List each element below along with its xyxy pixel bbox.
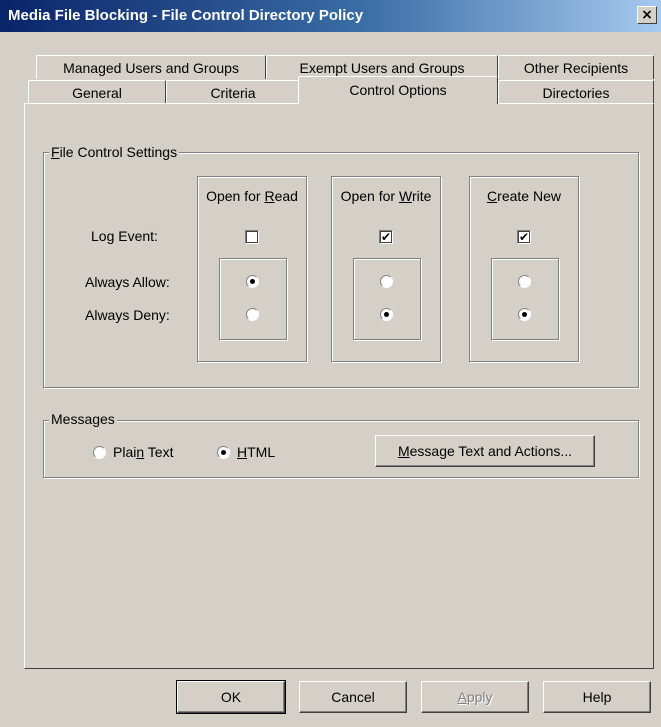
tab-control-options[interactable]: Control Options xyxy=(298,76,498,104)
button-label: pply xyxy=(466,689,493,705)
mnemonic: n xyxy=(136,444,145,460)
text: Open for xyxy=(340,188,399,204)
always-deny-radio-read[interactable] xyxy=(246,308,259,321)
window-title: Media File Blocking - File Control Direc… xyxy=(8,7,364,24)
tab-other-recipients[interactable]: Other Recipients xyxy=(498,55,654,79)
column-header-write: Open for Write xyxy=(331,188,441,204)
tab-general[interactable]: General xyxy=(28,80,166,104)
log-event-checkbox-write[interactable]: ✔ xyxy=(379,230,393,244)
message-text-and-actions-button[interactable]: Message Text and Actions... xyxy=(375,435,595,467)
mnemonic: C xyxy=(487,188,498,204)
checkmark-icon: ✔ xyxy=(518,230,530,244)
mnemonic: H xyxy=(237,444,248,460)
radio-box-write xyxy=(353,258,421,340)
tab-label: Managed Users and Groups xyxy=(63,60,239,76)
messages-legend: Messages xyxy=(49,411,117,427)
radio-box-create xyxy=(491,258,559,340)
text: rite xyxy=(411,188,432,204)
cancel-button[interactable]: Cancel xyxy=(299,681,407,713)
mnemonic: W xyxy=(398,188,412,204)
tab-panel-control-options: File Control Settings Log Event: Always … xyxy=(24,103,654,669)
tab-label: Exempt Users and Groups xyxy=(299,60,465,76)
title-bar: Media File Blocking - File Control Direc… xyxy=(0,0,661,32)
text: ead xyxy=(274,188,298,204)
column-header-read: Open for Read xyxy=(197,188,307,204)
tab-criteria[interactable]: Criteria xyxy=(166,80,300,104)
tab-label: Criteria xyxy=(210,85,256,101)
file-control-settings-legend: File Control Settings xyxy=(49,144,180,160)
always-allow-radio-read[interactable] xyxy=(246,275,259,288)
text: reate New xyxy=(497,188,561,204)
log-event-checkbox-create[interactable]: ✔ xyxy=(517,230,531,244)
mnemonic: A xyxy=(457,689,467,705)
log-event-checkbox-read[interactable] xyxy=(245,230,259,244)
close-button[interactable]: × xyxy=(637,6,657,24)
plain-text-label: Plain Text xyxy=(113,444,173,460)
button-label: OK xyxy=(220,689,242,705)
help-button[interactable]: Help xyxy=(543,681,651,713)
html-radio[interactable] xyxy=(217,446,230,459)
mnemonic: M xyxy=(397,443,410,459)
tab-label: Directories xyxy=(542,85,610,101)
button-label: essage Text and Actions... xyxy=(409,443,573,459)
always-deny-radio-write[interactable] xyxy=(380,308,393,321)
html-label: HTML xyxy=(237,444,275,460)
text: Plai xyxy=(113,444,137,460)
mnemonic: R xyxy=(264,188,275,204)
always-allow-radio-create[interactable] xyxy=(518,275,531,288)
mnemonic: F xyxy=(51,144,60,160)
always-deny-label: Always Deny: xyxy=(85,307,170,323)
radio-box-read xyxy=(219,258,287,340)
tab-label: Other Recipients xyxy=(523,60,629,76)
always-deny-radio-create[interactable] xyxy=(518,308,531,321)
checkmark-icon: ✔ xyxy=(380,230,392,244)
text: TML xyxy=(247,444,276,460)
button-label: Cancel xyxy=(331,689,375,705)
button-label: Help xyxy=(582,689,612,705)
tab-label: Control Options xyxy=(349,82,447,98)
column-header-create: Create New xyxy=(469,188,579,204)
tab-directories[interactable]: Directories xyxy=(498,80,654,104)
ok-button[interactable]: OK xyxy=(176,680,286,714)
log-event-label: Log Event: xyxy=(91,228,158,244)
legend-text: ile Control Settings xyxy=(59,144,178,160)
plain-text-radio[interactable] xyxy=(93,446,106,459)
tab-label: General xyxy=(72,85,122,101)
text: Open for xyxy=(206,188,265,204)
text: Text xyxy=(144,444,174,460)
apply-button[interactable]: Apply xyxy=(421,681,529,713)
tab-managed-users[interactable]: Managed Users and Groups xyxy=(36,55,266,79)
always-allow-radio-write[interactable] xyxy=(380,275,393,288)
close-icon: × xyxy=(641,7,653,23)
always-allow-label: Always Allow: xyxy=(85,274,170,290)
